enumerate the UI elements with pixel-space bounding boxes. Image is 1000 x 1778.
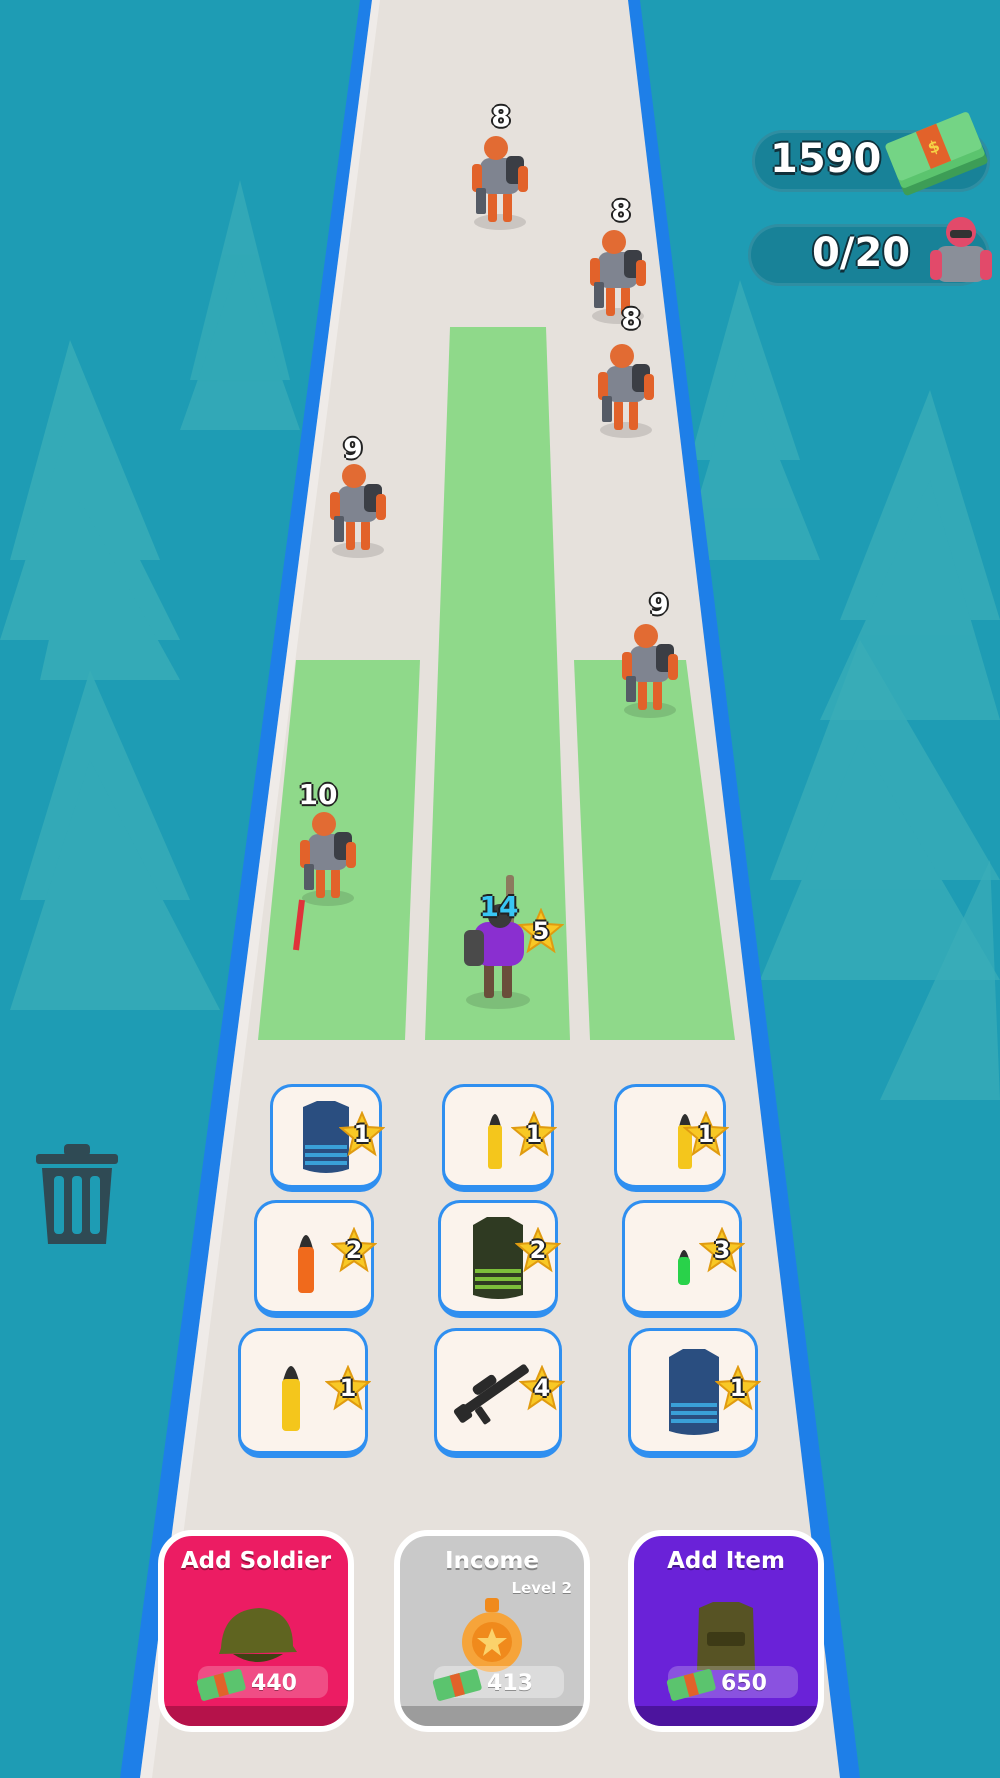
item-level: 4 <box>533 1374 551 1402</box>
add-item-button[interactable]: Add Item 650 <box>628 1530 824 1732</box>
enemy-level-label: 10 <box>298 778 338 811</box>
income-button[interactable]: Income Level 2 413 <box>394 1530 590 1732</box>
item-level: 2 <box>345 1236 363 1264</box>
level-badge: 1 <box>325 1365 371 1411</box>
level-badge: 2 <box>331 1227 377 1273</box>
enemy-level-label: 8 <box>491 100 511 133</box>
level-badge: 1 <box>683 1111 729 1157</box>
item-level: 1 <box>353 1120 371 1148</box>
add-item-price: 650 <box>721 1671 767 1696</box>
trash-can-button[interactable] <box>32 1142 122 1248</box>
merge-slot-vest-blue[interactable]: 1 <box>270 1084 385 1192</box>
item-level: 1 <box>729 1374 747 1402</box>
income-price: 413 <box>487 1671 533 1696</box>
merge-slot-rifle[interactable]: 4 <box>434 1328 565 1458</box>
item-level: 1 <box>525 1120 543 1148</box>
tree-left-2 <box>10 670 220 1010</box>
merge-slot-bullet-yellow[interactable]: 1 <box>238 1328 371 1458</box>
enemy-level-label: 9 <box>343 432 363 465</box>
merge-slot-vest-green[interactable]: 2 <box>438 1200 561 1318</box>
player-level-label: 14 <box>479 890 519 923</box>
merge-slot-bullet-green[interactable]: 3 <box>622 1200 745 1318</box>
add-soldier-title: Add Soldier <box>180 1548 332 1574</box>
trash-icon <box>36 1144 118 1244</box>
level-badge: 1 <box>339 1111 385 1157</box>
item-level: 1 <box>339 1374 357 1402</box>
money-value: 1590 <box>770 136 882 182</box>
tree-right-2 <box>820 390 1000 720</box>
merge-slot-bullet-orange[interactable]: 2 <box>254 1200 377 1318</box>
merge-slot-vest-blue[interactable]: 1 <box>628 1328 761 1458</box>
level-badge: 4 <box>519 1365 565 1411</box>
soldier-count-value: 0/20 <box>812 230 911 276</box>
player-star-level: 5 <box>532 917 550 945</box>
item-level: 3 <box>713 1236 731 1264</box>
soldier-avatar-icon <box>930 217 992 282</box>
level-badge: 1 <box>511 1111 557 1157</box>
add-soldier-price: 440 <box>251 1671 297 1696</box>
level-badge: 3 <box>699 1227 745 1273</box>
level-badge: 1 <box>715 1365 761 1411</box>
add-soldier-button[interactable]: Add Soldier 440 <box>158 1530 354 1732</box>
enemy-level-label: 8 <box>621 302 641 335</box>
income-title: Income <box>445 1548 539 1574</box>
item-level: 2 <box>529 1236 547 1264</box>
enemy-level-label: 8 <box>611 194 631 227</box>
tree-left-1 <box>0 340 180 680</box>
player-star-badge: 5 <box>517 907 565 954</box>
level-badge: 2 <box>515 1227 561 1273</box>
enemy-level-label: 9 <box>649 588 669 621</box>
cash-stack-icon: $ <box>885 112 988 196</box>
tree-left-3 <box>180 180 300 430</box>
item-level: 1 <box>697 1120 715 1148</box>
add-item-title: Add Item <box>667 1548 785 1574</box>
merge-slot-bullet-yellow[interactable]: 1 <box>442 1084 557 1192</box>
merge-slot-bullet-yellow[interactable]: 1 <box>614 1084 729 1192</box>
income-level: Level 2 <box>511 1579 572 1597</box>
